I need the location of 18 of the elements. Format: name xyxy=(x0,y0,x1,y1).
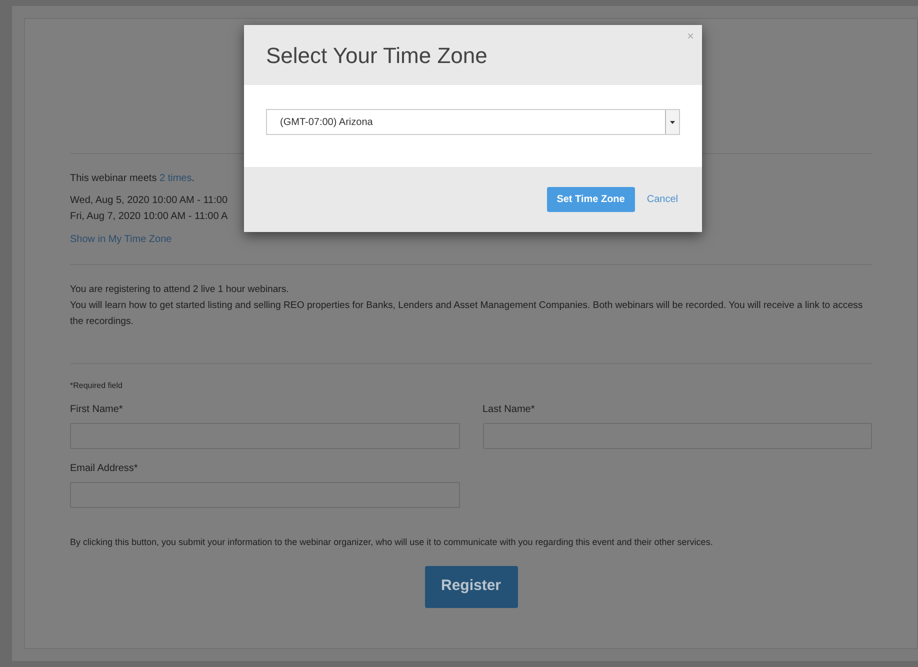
description-text: You are registering to attend 2 live 1 hour webinars. xyxy=(70,283,290,297)
field-label: Last Name* xyxy=(482,403,536,417)
cancel-link[interactable]: Cancel xyxy=(646,192,678,207)
dropdown-caret-icon xyxy=(670,120,675,124)
session-date: Wed, Aug 5, 2020 10:00 AM - 11:00 xyxy=(70,194,228,208)
field-label: First Name* xyxy=(70,403,124,417)
time-zone-select[interactable]: (GMT-07:00) Arizona xyxy=(266,109,680,135)
register-button[interactable]: Register xyxy=(424,566,518,608)
description-text: You will learn how to get started listing and selling REO properties for Banks, Lenders and Asset Management Companies. Both webinars will be recorded. You will receive a link to access the recordings. xyxy=(70,299,864,329)
consent-text: By clicking this button, you submit your information to the webinar organizer, who will use it to communicate with you regarding this event and their other services. xyxy=(70,536,714,549)
field-label: Email Address* xyxy=(70,462,139,476)
dialog-title: Select Your Time Zone xyxy=(266,42,488,70)
times-link[interactable]: 2 times xyxy=(159,173,192,184)
show-time-zone-link[interactable]: Show in My Time Zone xyxy=(70,232,172,248)
session-date: Fri, Aug 7, 2020 10:00 AM - 11:00 A xyxy=(70,210,228,224)
set-time-zone-button[interactable]: Set Time Zone xyxy=(546,187,635,212)
close-button[interactable]: × xyxy=(686,30,694,42)
required-note: *Required field xyxy=(70,380,124,392)
